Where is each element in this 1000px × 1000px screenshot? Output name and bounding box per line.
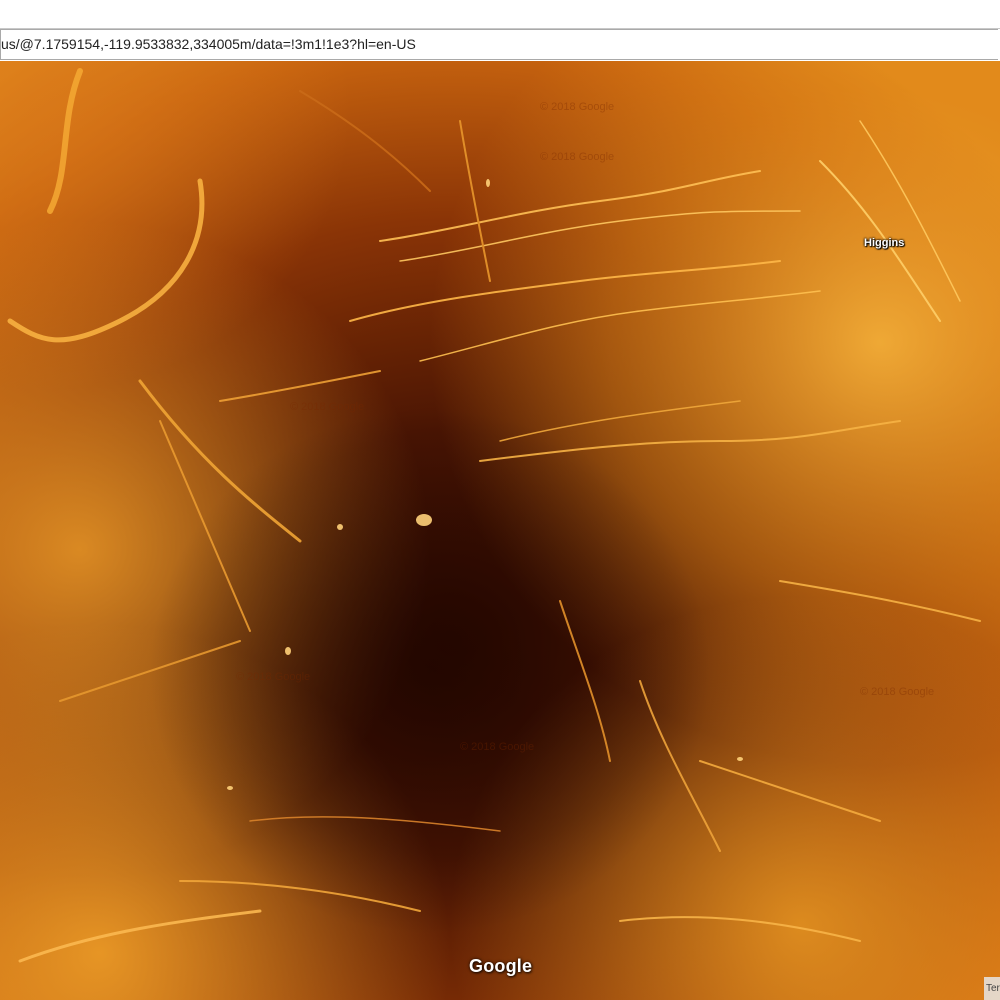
map-watermark: © 2018 Google [540,151,615,163]
google-logo: Google [469,956,533,976]
address-bar-url[interactable]: us/@7.1759154,-119.9533832,334005m/data=… [1,36,416,52]
map-watermark: © 2018 Google [860,686,935,698]
place-label-higgins[interactable]: Higgins [864,237,904,249]
browser-tab-strip [0,0,1000,29]
map-attribution[interactable]: Ter [984,977,1000,1000]
map-watermark: © 2018 Google [236,671,311,683]
map-watermark: © 2018 Google [290,401,365,413]
map-watermark: © 2018 Google [540,101,615,113]
map-canvas[interactable]: Higgins © 2018 Google © 2018 Google © 20… [0,61,1000,1000]
venus-surface-imagery [0,61,1000,1000]
address-bar[interactable]: us/@7.1759154,-119.9533832,334005m/data=… [0,29,998,60]
map-watermark: © 2018 Google [460,741,535,753]
